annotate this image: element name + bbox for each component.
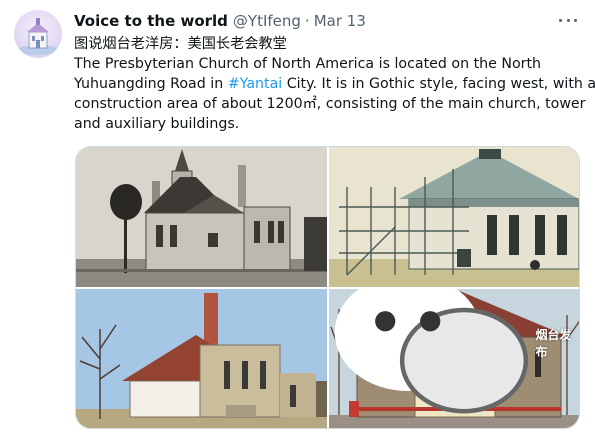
- media-photo-2[interactable]: [329, 147, 579, 287]
- tweet-line-3: Yuhuangding Road in #Yantai City. It is …: [74, 74, 595, 94]
- tweet-line-4: construction area of about 1200㎡, consis…: [74, 96, 586, 112]
- tweet-line-3-tail: City. It is in Gothic style, facing west…: [282, 76, 595, 92]
- avatar[interactable]: [14, 10, 62, 58]
- separator-dot: ·: [304, 12, 310, 30]
- hashtag-link[interactable]: #Yantai: [228, 76, 282, 92]
- media-grid: 烟台发布: [75, 146, 580, 429]
- watermark-text: 烟台发布: [535, 328, 572, 360]
- display-name[interactable]: Voice to the world: [74, 12, 228, 30]
- media-watermark: 烟台发布: [329, 289, 575, 422]
- wechat-icon: [334, 289, 529, 414]
- tweet-timestamp[interactable]: Mar 13: [314, 12, 366, 30]
- tweet-text: 图说烟台老洋房：美国长老会教堂 The Presbyterian Church …: [74, 34, 595, 134]
- more-icon[interactable]: [559, 17, 577, 23]
- tweet-header: Voice to the world @YtIfeng · Mar 13: [74, 11, 581, 31]
- tweet-line-5: and auxiliary buildings.: [74, 116, 240, 132]
- media-photo-4[interactable]: 烟台发布: [329, 289, 579, 428]
- tweet-line-3-head: Yuhuangding Road in: [74, 76, 228, 92]
- user-handle[interactable]: @YtIfeng: [233, 12, 301, 30]
- media-photo-1[interactable]: [76, 147, 327, 287]
- tweet-line-1: 图说烟台老洋房：美国长老会教堂: [74, 36, 287, 52]
- media-photo-3[interactable]: [76, 289, 327, 428]
- tweet-line-2: The Presbyterian Church of North America…: [74, 56, 542, 72]
